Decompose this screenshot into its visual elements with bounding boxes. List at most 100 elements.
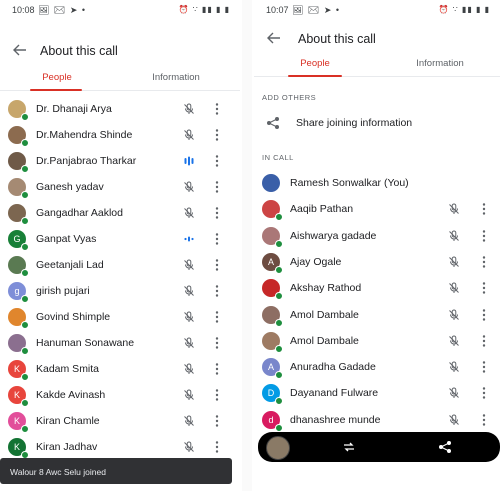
join-toast: Walour 8 Awc Selu joined <box>0 458 232 484</box>
online-status-dot <box>21 191 29 199</box>
more-options-icon[interactable] <box>482 255 486 269</box>
more-options-icon[interactable] <box>215 336 219 350</box>
more-options-icon[interactable] <box>215 128 219 142</box>
participant-row[interactable]: K Kadam Smita <box>0 356 240 382</box>
tab-information[interactable]: Information <box>409 58 471 69</box>
tab-bar: People Information <box>254 54 500 77</box>
app-bar: About this call <box>0 36 240 66</box>
more-options-icon[interactable] <box>215 258 219 272</box>
switch-camera-icon[interactable] <box>342 440 356 454</box>
participant-row[interactable]: A Anuradha Gadade <box>254 354 500 380</box>
more-options-icon[interactable] <box>215 310 219 324</box>
mic-off-icon <box>184 181 194 192</box>
back-arrow-icon[interactable] <box>266 30 282 46</box>
participant-name: Anuradha Gadade <box>290 361 376 374</box>
left-screen: 10:08 🖼 ✉ ➤ • ⏰ ∵ ▮▮ ▮ ▮ About this call… <box>0 0 240 491</box>
participant-row[interactable]: Amol Dambale <box>254 302 500 328</box>
mic-off-icon <box>184 441 194 452</box>
participant-row[interactable]: Dr.Mahendra Shinde <box>0 122 240 148</box>
system-icons: ⏰ ∵ ▮▮ ▮ ▮ <box>178 5 230 14</box>
participant-name: Gangadhar Aaklod <box>36 207 123 219</box>
online-status-dot <box>21 347 29 355</box>
participant-name: Amol Dambale <box>290 334 359 347</box>
participant-row[interactable]: Aishwarya gadade <box>254 223 500 249</box>
back-arrow-icon[interactable] <box>12 42 28 58</box>
share-icon[interactable] <box>438 440 452 454</box>
participant-name: girish pujari <box>36 285 90 297</box>
participant-row[interactable]: D Dayanand Fulware <box>254 380 500 406</box>
participant-row[interactable]: Geetanjali Lad <box>0 252 240 278</box>
mic-off-icon <box>184 207 194 218</box>
avatar <box>262 174 280 192</box>
more-options-icon[interactable] <box>482 308 486 322</box>
participant-row[interactable]: Amol Dambale <box>254 328 500 354</box>
participant-row[interactable]: Gangadhar Aaklod <box>0 200 240 226</box>
more-options-icon[interactable] <box>482 360 486 374</box>
online-status-dot <box>21 113 29 121</box>
more-options-icon[interactable] <box>215 102 219 116</box>
mic-off-icon <box>184 415 194 426</box>
online-status-dot <box>275 344 283 353</box>
self-view-thumbnail[interactable] <box>266 436 290 460</box>
more-options-icon[interactable] <box>482 229 486 243</box>
participant-name: Kiran Chamle <box>36 415 100 427</box>
online-status-dot <box>21 321 29 329</box>
more-options-icon[interactable] <box>215 440 219 454</box>
add-others-heading: ADD OTHERS <box>262 93 317 102</box>
more-options-icon[interactable] <box>482 281 486 295</box>
participant-row[interactable]: Hanuman Sonawane <box>0 330 240 356</box>
participant-row[interactable]: K Kiran Jadhav <box>0 434 240 460</box>
participant-row[interactable]: Ramesh Sonwalkar (You) <box>254 170 500 196</box>
participant-row[interactable]: Dr. Dhanaji Arya <box>0 96 240 122</box>
mic-off-icon <box>449 282 459 294</box>
tab-people[interactable]: People <box>298 58 332 69</box>
online-status-dot <box>21 373 29 381</box>
participant-row[interactable]: K Kakde Avinash <box>0 382 240 408</box>
participant-name: dhanashree munde <box>290 413 381 426</box>
mic-off-icon <box>449 256 459 267</box>
more-options-icon[interactable] <box>482 386 486 400</box>
more-options-icon[interactable] <box>482 413 486 427</box>
app-bar: About this call <box>254 24 500 54</box>
tab-information[interactable]: Information <box>145 72 207 83</box>
more-options-icon[interactable] <box>482 334 486 348</box>
more-options-icon[interactable] <box>215 414 219 428</box>
participant-row[interactable]: G Ganpat Vyas <box>0 226 240 252</box>
status-bar: 10:08 🖼 ✉ ➤ • ⏰ ∵ ▮▮ ▮ ▮ <box>0 0 240 18</box>
mic-off-icon <box>184 129 194 140</box>
more-options-icon[interactable] <box>215 362 219 376</box>
participant-row[interactable]: Akshay Rathod <box>254 275 500 301</box>
participant-row[interactable]: Govind Shimple <box>0 304 240 330</box>
mic-off-icon <box>184 285 194 296</box>
more-options-icon[interactable] <box>215 154 219 168</box>
participant-name: Dr. Dhanaji Arya <box>36 103 112 115</box>
participant-row[interactable]: d dhanashree munde <box>254 407 500 433</box>
tab-people[interactable]: People <box>40 72 74 83</box>
more-options-icon[interactable] <box>215 206 219 220</box>
mic-off-icon <box>184 389 194 400</box>
participant-name: Ganpat Vyas <box>36 233 97 245</box>
participant-row[interactable]: Ganesh yadav <box>0 174 240 200</box>
more-options-icon[interactable] <box>215 284 219 298</box>
participant-row[interactable]: A Ajay Ogale <box>254 249 500 275</box>
mic-off-icon <box>449 230 459 241</box>
more-options-icon[interactable] <box>215 180 219 194</box>
share-joining-info-row[interactable]: Share joining information <box>254 110 500 136</box>
online-status-dot <box>275 265 283 274</box>
tab-bar: People Information <box>0 68 240 91</box>
participant-row[interactable]: g girish pujari <box>0 278 240 304</box>
more-options-icon[interactable] <box>482 202 486 216</box>
participant-name: Govind Shimple <box>36 311 111 323</box>
participant-name: Akshay Rathod <box>290 282 362 295</box>
online-status-dot <box>21 217 29 225</box>
participant-row[interactable]: K Kiran Chamle <box>0 408 240 434</box>
more-options-icon[interactable] <box>215 232 219 246</box>
more-options-icon[interactable] <box>215 388 219 402</box>
participant-row[interactable]: Dr.Panjabrao Tharkar <box>0 148 240 174</box>
mic-off-icon <box>184 103 194 114</box>
mic-off-icon <box>449 309 459 320</box>
online-status-dot <box>21 399 29 407</box>
participant-name: Ganesh yadav <box>36 181 104 193</box>
participant-row[interactable]: Aaqib Pathan <box>254 196 500 222</box>
mic-off-icon <box>184 259 194 270</box>
